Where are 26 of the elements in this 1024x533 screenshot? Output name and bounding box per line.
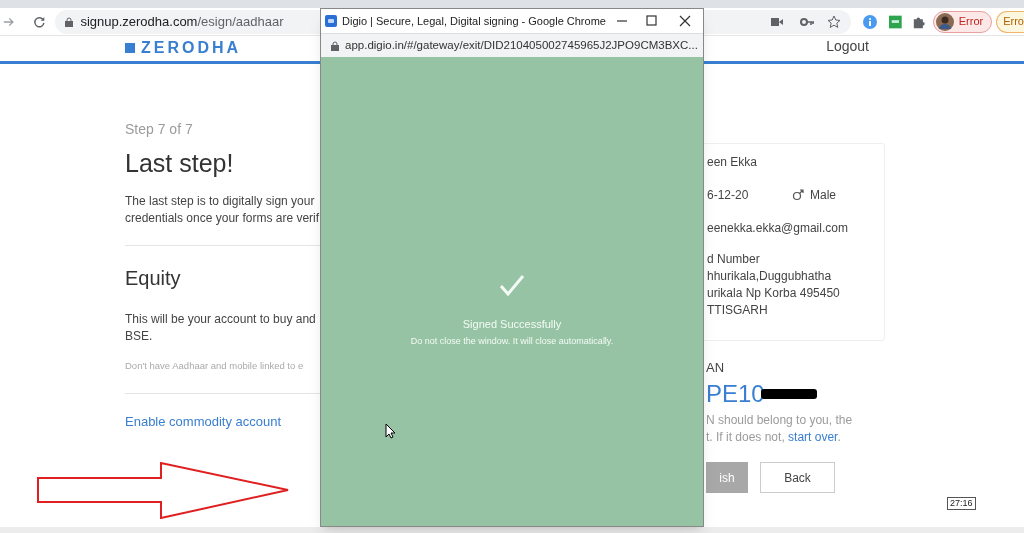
timestamp-tooltip: 27:16	[947, 497, 976, 510]
pan-note: N should belong to you, the t. If it does not, start over.	[706, 412, 853, 446]
profile-button[interactable]: Erro	[996, 10, 1024, 33]
email-text: eenekka.ekka@gmail.com	[707, 220, 848, 237]
popup-title: Digio | Secure, Legal, Digital signing - Google Chrome	[342, 13, 606, 29]
status-text: Signed Successfully	[462, 317, 562, 332]
pan-label: AN	[706, 359, 725, 377]
gender-text: Male	[810, 187, 836, 204]
popup-url: app.digio.in/#/gateway/exit/DID210405002745965J2JPO9CM3BXC...	[345, 37, 698, 53]
message-text: Do not close the window. It will close automatically.	[410, 334, 614, 348]
account-text: This will be your account to buy and BSE.	[125, 311, 315, 345]
start-over-link[interactable]: start over	[788, 430, 838, 444]
back-button[interactable]: Back	[760, 462, 835, 493]
name-text: een Ekka	[707, 154, 758, 171]
logo: ZERODHA	[125, 36, 242, 60]
address-text: d Number hhurikala,Duggubhatha urikala Np Korba 495450 TTISGARH	[707, 251, 840, 319]
page-title: Last step!	[125, 148, 235, 179]
note-text: Don't have Aadhaar and mobile linked to e	[125, 359, 305, 373]
section-title: Equity	[125, 266, 181, 291]
profile-button[interactable]: Error	[932, 10, 993, 33]
commodity-link[interactable]: Enable commodity account	[125, 412, 282, 432]
url-text: signup.zerodha.com/esign/aadhaar	[80, 12, 284, 31]
logout-link[interactable]: Logout	[826, 36, 869, 57]
pan-value: PE10	[706, 379, 765, 409]
step-label: Step 7 of 7	[125, 120, 194, 139]
dob-text: 6-12-20	[707, 187, 750, 204]
